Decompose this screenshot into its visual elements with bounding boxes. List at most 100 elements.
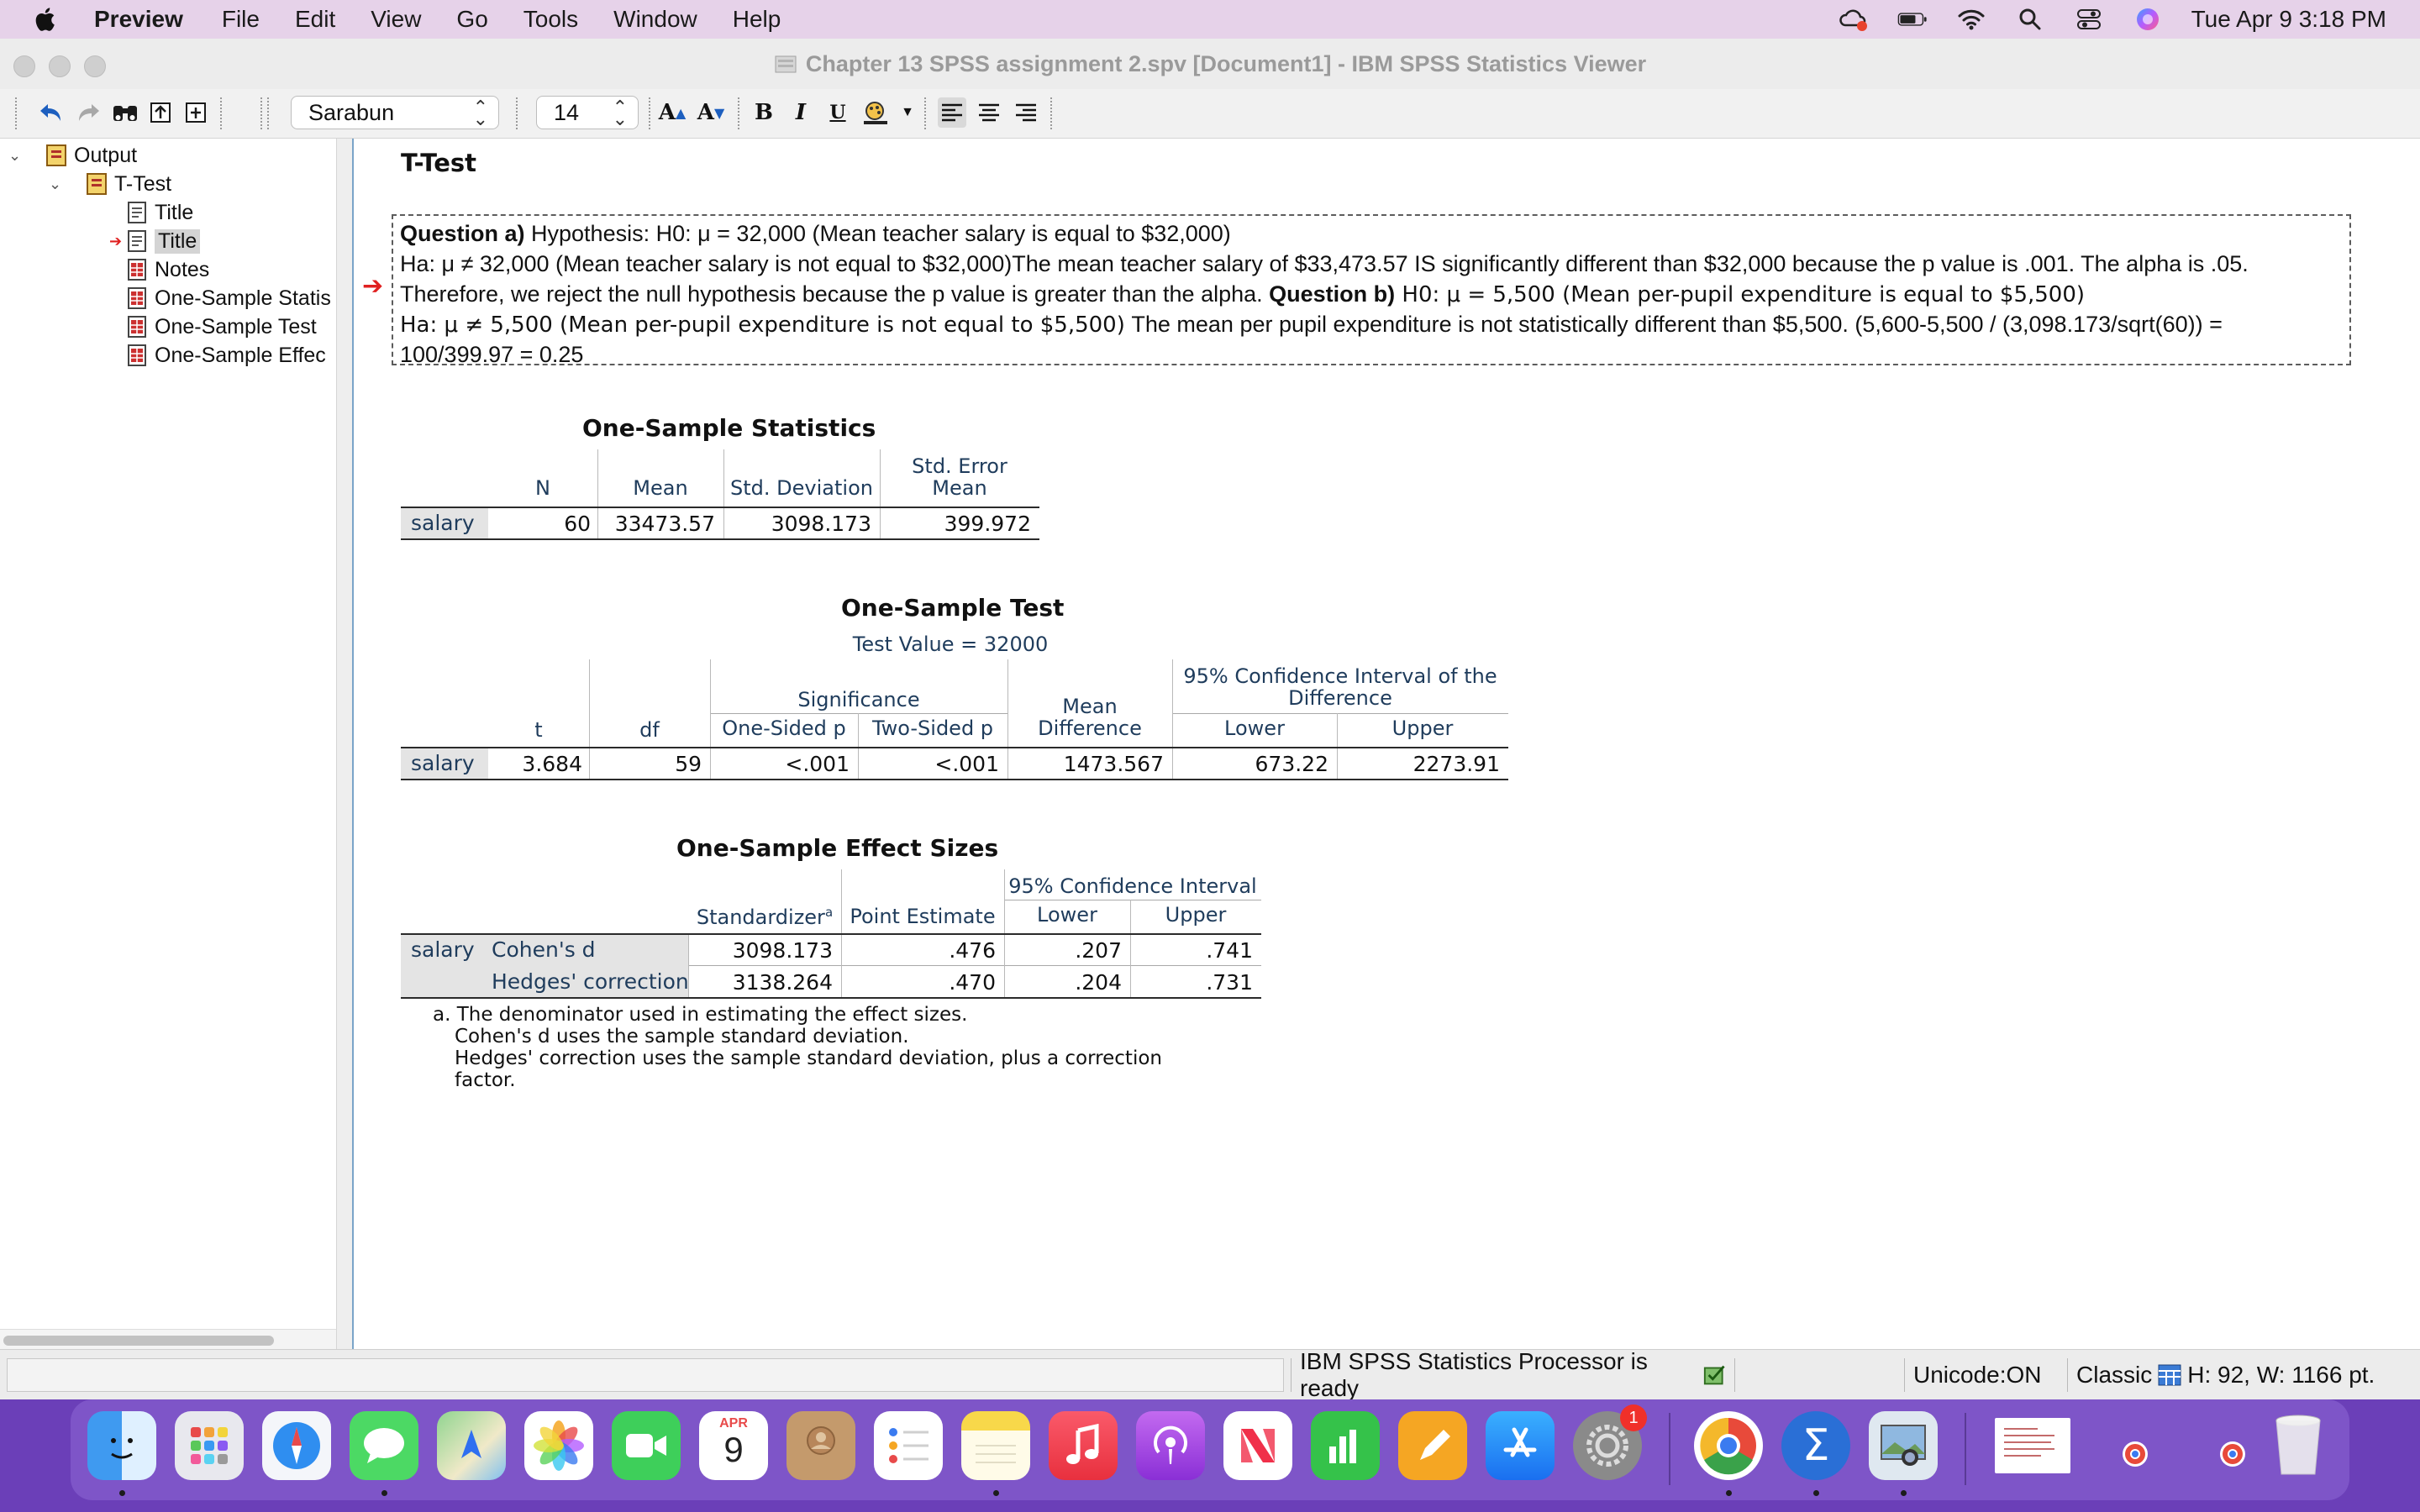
menu-file[interactable]: File xyxy=(222,6,260,33)
font-family-select[interactable]: Sarabun ⌃ ⌄ xyxy=(291,96,499,129)
document-thumbnail[interactable] xyxy=(1995,1418,2070,1473)
calendar-icon[interactable]: APR 9 xyxy=(699,1411,768,1480)
wifi-icon[interactable] xyxy=(1956,7,1986,32)
hedges-standardizer: 3138.264 xyxy=(732,970,833,995)
facetime-icon[interactable] xyxy=(612,1411,681,1480)
col-header-std-dev: Std. Deviation xyxy=(730,476,873,500)
messages-icon[interactable] xyxy=(350,1411,418,1480)
minimize-window-button[interactable] xyxy=(49,55,71,77)
pages-icon[interactable] xyxy=(1398,1411,1467,1480)
col-header-lower: Lower xyxy=(1037,903,1097,927)
insert-item-icon[interactable] xyxy=(146,97,175,128)
title-text-box[interactable]: Question a) Hypothesis: H0: μ = 32,000 (… xyxy=(392,214,2351,367)
underline-icon[interactable]: U xyxy=(825,97,850,128)
spss-icon[interactable]: Σ xyxy=(1781,1411,1850,1480)
launchpad-icon[interactable] xyxy=(175,1411,244,1480)
chrome-minimized-icon[interactable] xyxy=(2220,1441,2245,1467)
col-header-one-sided-p: One-Sided p xyxy=(722,717,846,740)
test-two-sided-p: <.001 xyxy=(934,752,999,776)
find-binoculars-icon[interactable] xyxy=(111,97,139,128)
title-page-icon xyxy=(128,202,146,223)
undo-icon[interactable] xyxy=(37,97,66,128)
outline-item-test[interactable]: One-Sample Test xyxy=(126,313,336,340)
app-store-icon[interactable] xyxy=(1486,1411,1555,1480)
spotlight-search-icon[interactable] xyxy=(2015,7,2045,32)
menu-tools[interactable]: Tools xyxy=(523,6,578,33)
document-icon xyxy=(775,55,797,73)
preview-icon[interactable] xyxy=(1869,1411,1938,1480)
battery-icon[interactable] xyxy=(1897,7,1928,32)
maps-icon[interactable] xyxy=(437,1411,506,1480)
pivot-table-icon xyxy=(128,344,146,366)
system-settings-icon[interactable]: 1 xyxy=(1573,1404,1647,1480)
scrollbar-thumb[interactable] xyxy=(3,1336,274,1346)
textbox-line-5: 100/399.97 = 0.25 xyxy=(400,342,584,367)
item-dimensions-text: H: 92, W: 1166 pt. xyxy=(2187,1362,2375,1388)
news-icon[interactable] xyxy=(1223,1411,1292,1480)
toolbar: Sarabun ⌃ ⌄ 14 ⌃ ⌄ A ▲ A ▼ B I U ▼ xyxy=(0,89,2420,139)
pane-splitter[interactable] xyxy=(336,139,353,1349)
align-right-icon[interactable] xyxy=(1012,97,1040,128)
notes-table-icon xyxy=(128,259,146,281)
zoom-window-button[interactable] xyxy=(84,55,106,77)
decrease-font-icon[interactable]: A ▼ xyxy=(694,97,728,128)
test-ci-lower: 673.22 xyxy=(1255,752,1328,776)
outline-node-ttest[interactable]: ⌄ T-Test xyxy=(49,171,171,197)
menu-view[interactable]: View xyxy=(371,6,421,33)
text-color-icon[interactable] xyxy=(859,97,892,128)
align-center-icon[interactable] xyxy=(975,97,1003,128)
outline-item-notes[interactable]: Notes xyxy=(126,256,209,283)
creative-cloud-icon[interactable] xyxy=(1839,7,1869,32)
reminders-icon[interactable] xyxy=(874,1411,943,1480)
text-color-dropdown-icon[interactable]: ▼ xyxy=(899,97,916,128)
menu-window[interactable]: Window xyxy=(613,6,697,33)
photos-icon[interactable] xyxy=(524,1411,593,1480)
font-family-value: Sarabun xyxy=(308,99,395,125)
window-title: Chapter 13 SPSS assignment 2.spv [Docume… xyxy=(805,50,1647,76)
test-mean-difference: 1473.567 xyxy=(1063,752,1164,776)
font-size-select[interactable]: 14 ⌃ ⌄ xyxy=(536,96,639,129)
align-left-icon[interactable] xyxy=(938,97,966,128)
pivot-table-icon xyxy=(128,287,146,309)
menubar-clock[interactable]: Tue Apr 9 3:18 PM xyxy=(2191,6,2386,33)
outline-node-output[interactable]: ⌄ Output xyxy=(8,142,137,169)
title-page-icon xyxy=(128,230,146,252)
outline-item-effect-sizes[interactable]: One-Sample Effec xyxy=(126,342,336,369)
menu-go[interactable]: Go xyxy=(456,6,487,33)
outline-item-title-1[interactable]: Title xyxy=(126,199,193,226)
trash-icon[interactable] xyxy=(2264,1411,2333,1480)
outline-item-title-2-selected[interactable]: ➔ Title xyxy=(109,228,201,255)
menu-help[interactable]: Help xyxy=(733,6,781,33)
status-message-area xyxy=(7,1358,1284,1392)
menu-edit[interactable]: Edit xyxy=(295,6,335,33)
podcasts-icon[interactable] xyxy=(1136,1411,1205,1480)
export-item-icon[interactable] xyxy=(182,97,210,128)
collapse-chevron-icon[interactable]: ⌄ xyxy=(49,176,69,193)
music-icon[interactable] xyxy=(1049,1411,1118,1480)
chrome-icon[interactable] xyxy=(1694,1411,1763,1480)
outline-item-statistics[interactable]: One-Sample Statis xyxy=(126,285,336,312)
chrome-minimized-icon[interactable] xyxy=(2123,1441,2148,1467)
col-header-upper: Upper xyxy=(1392,717,1454,740)
unicode-status-text: Unicode:ON xyxy=(1913,1362,2042,1388)
italic-icon[interactable]: I xyxy=(788,97,813,128)
redo-icon[interactable] xyxy=(74,97,103,128)
col-header-mean: Mean xyxy=(633,476,688,500)
increase-font-icon[interactable]: A ▲ xyxy=(655,97,689,128)
siri-icon[interactable] xyxy=(2133,7,2163,32)
control-center-icon[interactable] xyxy=(2074,7,2104,32)
menu-app-name[interactable]: Preview xyxy=(94,6,183,33)
finder-icon[interactable] xyxy=(87,1411,156,1480)
select-chevron-icon: ⌃ ⌄ xyxy=(612,97,628,129)
contacts-icon[interactable] xyxy=(786,1411,855,1480)
notes-icon[interactable] xyxy=(961,1411,1030,1480)
cohens-d-standardizer: 3098.173 xyxy=(732,938,833,963)
outline-horizontal-scrollbar[interactable] xyxy=(0,1329,336,1350)
apple-menu-icon[interactable] xyxy=(32,5,60,34)
current-item-arrow-icon: ➔ xyxy=(109,232,123,249)
collapse-chevron-icon[interactable]: ⌄ xyxy=(8,147,29,165)
close-window-button[interactable] xyxy=(13,55,35,77)
numbers-icon[interactable] xyxy=(1311,1411,1380,1480)
safari-icon[interactable] xyxy=(262,1411,331,1480)
bold-icon[interactable]: B xyxy=(751,97,776,128)
